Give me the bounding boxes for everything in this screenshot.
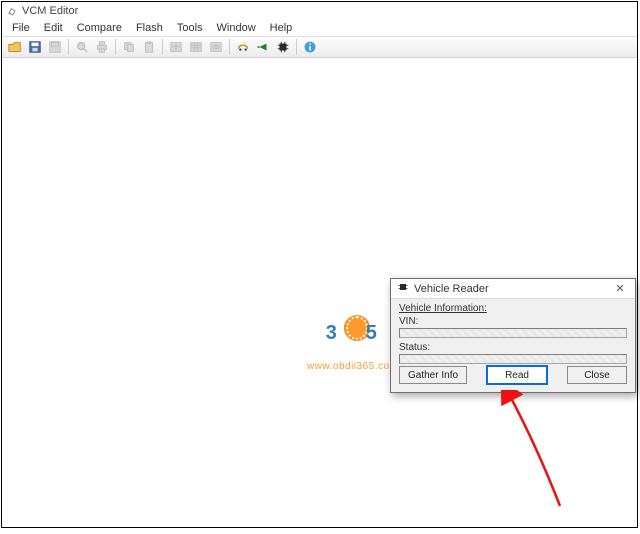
list-icon (207, 38, 225, 56)
vehicle-reader-dialog: Vehicle Reader ✕ Vehicle Information: VI… (390, 278, 636, 393)
app-window: VCM Editor File Edit Compare Flash Tools… (1, 1, 638, 528)
menu-window[interactable]: Window (211, 22, 262, 34)
open-icon[interactable] (6, 38, 24, 56)
toolbar-sep (296, 39, 297, 55)
menu-tools[interactable]: Tools (171, 22, 209, 34)
toolbar (2, 36, 637, 58)
menu-help[interactable]: Help (264, 22, 299, 34)
read-button[interactable]: Read (487, 366, 547, 384)
menu-file[interactable]: File (6, 22, 36, 34)
close-button[interactable]: Close (567, 366, 627, 384)
dialog-icon (397, 281, 409, 296)
search-icon (73, 38, 91, 56)
status-field (399, 354, 627, 364)
save-icon[interactable] (26, 38, 44, 56)
saveas-icon (46, 38, 64, 56)
toolbar-sep (68, 39, 69, 55)
annotation-arrow (468, 390, 566, 510)
watermark-url: www.obdii365.com (307, 361, 398, 372)
close-icon[interactable]: ✕ (609, 282, 631, 296)
workspace: 3 5 www.obdii365.com Vehicle Reader ✕ Ve… (2, 58, 637, 527)
vehicle-info-heading: Vehicle Information: (399, 303, 627, 314)
titlebar: VCM Editor (2, 2, 637, 20)
watermark-logo: 3 5 www.obdii365.com (307, 317, 398, 372)
info-icon[interactable] (301, 38, 319, 56)
status-label: Status: (399, 342, 430, 353)
copy-icon (120, 38, 138, 56)
print-icon (93, 38, 111, 56)
vin-label: VIN: (399, 316, 418, 327)
menu-edit[interactable]: Edit (38, 22, 69, 34)
table-icon (167, 38, 185, 56)
grid-icon (187, 38, 205, 56)
menu-flash[interactable]: Flash (130, 22, 169, 34)
dialog-title: Vehicle Reader (414, 283, 489, 295)
gather-info-button[interactable]: Gather Info (399, 366, 467, 384)
chip-icon[interactable] (274, 38, 292, 56)
menu-compare[interactable]: Compare (71, 22, 128, 34)
toolbar-sep (229, 39, 230, 55)
toolbar-sep (115, 39, 116, 55)
app-icon (6, 5, 18, 17)
menubar: File Edit Compare Flash Tools Window Hel… (2, 20, 637, 36)
dialog-titlebar: Vehicle Reader ✕ (391, 279, 635, 299)
write-vehicle-icon[interactable] (254, 38, 272, 56)
vin-field (399, 328, 627, 338)
read-vehicle-icon[interactable] (234, 38, 252, 56)
toolbar-sep (162, 39, 163, 55)
app-title: VCM Editor (22, 5, 78, 17)
paste-icon (140, 38, 158, 56)
